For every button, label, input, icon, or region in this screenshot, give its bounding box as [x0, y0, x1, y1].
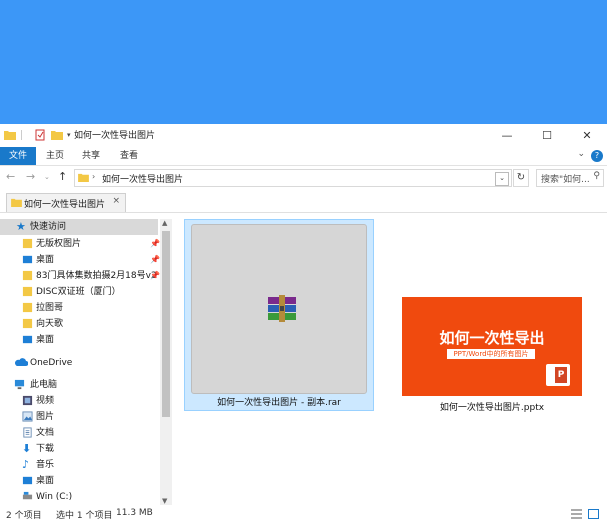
folder-icon	[22, 270, 33, 281]
tab-home[interactable]: 主页	[40, 147, 70, 165]
customize-toolbar-icon[interactable]: ▾	[67, 131, 71, 139]
document-icon	[23, 427, 32, 438]
tab-share[interactable]: 共享	[76, 147, 106, 165]
nav-item-pictures[interactable]: 图片	[0, 409, 158, 425]
music-icon: ♪	[22, 458, 30, 471]
expand-ribbon-icon[interactable]: ⌄	[577, 149, 585, 159]
thumbnail-title: 如何一次性导出	[439, 329, 545, 347]
up-button[interactable]: ↑	[58, 170, 67, 183]
folder-icon	[11, 198, 22, 207]
pin-icon: 📌	[150, 255, 160, 264]
nav-item-pinned[interactable]: 无版权图片 📌	[0, 236, 160, 252]
search-placeholder: 搜索"如何...	[541, 175, 590, 185]
quick-access-toolbar: ▾	[4, 128, 71, 142]
breadcrumb[interactable]: 如何一次性导出图片	[102, 172, 183, 185]
view-switcher	[571, 509, 599, 522]
folder-icon	[22, 318, 33, 329]
nav-item-downloads[interactable]: ⬇ 下载	[0, 441, 158, 457]
nav-item-music[interactable]: ♪ 音乐	[0, 457, 158, 473]
close-tab-icon[interactable]: ×	[112, 196, 120, 206]
scroll-up-icon[interactable]: ▲	[162, 219, 167, 227]
nav-item[interactable]: 桌面	[0, 332, 158, 348]
video-icon	[22, 395, 33, 406]
desktop-icon	[22, 335, 33, 344]
search-input[interactable]: 搜索"如何... ⚲	[536, 169, 604, 187]
address-bar[interactable]: › 如何一次性导出图片 ⌄	[74, 169, 512, 187]
details-view-icon[interactable]	[571, 509, 583, 519]
search-icon: ⚲	[593, 171, 600, 181]
minimize-button[interactable]: —	[487, 124, 527, 146]
ribbon-tabs: 文件 主页 共享 查看 ⌄ ?	[0, 147, 607, 166]
status-bar: 2 个项目 选中 1 个项目 11.3 MB	[0, 507, 607, 521]
scroll-down-icon[interactable]: ▼	[162, 497, 167, 505]
folder-icon	[22, 302, 33, 313]
nav-quick-access[interactable]: ★ 快速访问	[0, 219, 158, 235]
nav-scrollbar[interactable]: ▲ ▼	[160, 219, 172, 505]
file-name[interactable]: 如何一次性导出图片.pptx	[402, 400, 582, 413]
drive-icon	[22, 491, 33, 500]
navigation-pane: ★ 快速访问 无版权图片 📌 桌面 📌 83门具体集数拍摄2月18号v2 📌 D…	[0, 219, 172, 505]
star-icon: ★	[16, 220, 26, 233]
nav-item-documents[interactable]: 文档	[0, 425, 158, 441]
pin-icon: 📌	[150, 239, 160, 248]
desktop-icon	[22, 476, 33, 485]
title-bar: ▾ 如何一次性导出图片 — ☐ ✕	[0, 124, 607, 146]
picture-icon	[22, 411, 33, 422]
maximize-button[interactable]: ☐	[527, 124, 567, 146]
nav-onedrive[interactable]: OneDrive	[0, 355, 158, 371]
help-icon[interactable]: ?	[591, 150, 603, 162]
explorer-window: ▾ 如何一次性导出图片 — ☐ ✕ 文件 主页 共享 查看 ⌄ ? ← → ⌄ …	[0, 124, 607, 521]
cloud-icon	[15, 358, 28, 366]
scrollbar-thumb[interactable]	[162, 231, 170, 417]
item-count: 2 个项目	[6, 511, 42, 521]
nav-item-videos[interactable]: 视频	[0, 393, 158, 409]
nav-item-pinned[interactable]: 桌面 📌	[0, 252, 160, 268]
properties-icon[interactable]	[35, 129, 46, 141]
thumbnail-subtitle: PPT/Word中的所有图片	[447, 349, 535, 359]
folder-icon	[22, 238, 33, 249]
nav-item[interactable]: 拉图哥	[0, 300, 158, 316]
computer-icon	[14, 379, 25, 390]
nav-item[interactable]: 向天歌	[0, 316, 158, 332]
file-name: 如何一次性导出图片 - 副本.rar	[217, 398, 341, 408]
folder-icon	[22, 286, 33, 297]
desktop-icon	[22, 255, 33, 264]
forward-button[interactable]: →	[26, 170, 35, 183]
address-dropdown-button[interactable]: ⌄	[495, 172, 509, 186]
refresh-button[interactable]: ↻	[513, 169, 529, 187]
file-thumbnail	[191, 224, 367, 394]
selection-count: 选中 1 个项目	[56, 511, 113, 521]
address-row: ← → ⌄ ↑ › 如何一次性导出图片 ⌄ ↻ 搜索"如何... ⚲	[0, 168, 607, 188]
pin-icon: 📌	[150, 271, 160, 280]
file-item-rar[interactable]: 如何一次性导出图片 - 副本.rar	[184, 219, 374, 411]
tab-file[interactable]: 文件	[0, 147, 36, 165]
pptx-thumbnail[interactable]: 如何一次性导出 PPT/Word中的所有图片 P	[402, 297, 582, 396]
new-folder-icon[interactable]	[51, 130, 63, 140]
close-button[interactable]: ✕	[567, 124, 607, 146]
nav-item-desktop[interactable]: 桌面	[0, 473, 158, 489]
folder-icon	[4, 131, 16, 140]
tab-view[interactable]: 查看	[114, 147, 144, 165]
nav-item[interactable]: DISC双证班（厦门）	[0, 284, 158, 300]
recent-locations-button[interactable]: ⌄	[44, 173, 50, 181]
desktop-background	[0, 0, 607, 124]
back-button[interactable]: ←	[6, 170, 15, 183]
nav-item-drive-c[interactable]: Win (C:)	[0, 489, 158, 505]
file-list: 如何一次性导出图片 - 副本.rar 如何一次性导出 PPT/Word中的所有图…	[178, 219, 607, 505]
selection-size: 11.3 MB	[116, 508, 153, 518]
tab-strip: 如何一次性导出图片 ×	[0, 192, 607, 213]
nav-this-pc[interactable]: 此电脑	[0, 377, 158, 393]
large-icons-view-icon[interactable]	[588, 509, 599, 519]
download-icon: ⬇	[22, 442, 32, 455]
window-title: 如何一次性导出图片	[74, 131, 156, 141]
nav-item-pinned[interactable]: 83门具体集数拍摄2月18号v2 📌	[0, 268, 160, 284]
breadcrumb-separator-icon[interactable]: ›	[92, 172, 95, 181]
folder-tab-label: 如何一次性导出图片	[24, 200, 106, 210]
folder-icon	[78, 173, 89, 182]
winrar-icon	[268, 295, 296, 322]
powerpoint-icon: P	[546, 364, 570, 386]
folder-tab[interactable]: 如何一次性导出图片 ×	[6, 193, 126, 212]
